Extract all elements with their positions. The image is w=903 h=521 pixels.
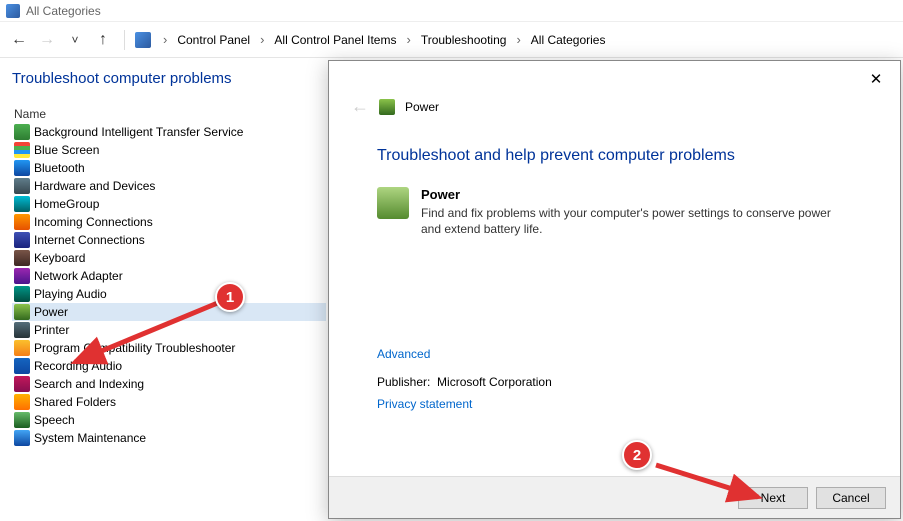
- speaker-icon: [14, 286, 30, 302]
- publisher-label: Publisher:: [377, 375, 430, 389]
- dialog-footer: Next Cancel: [329, 476, 900, 518]
- printer-icon: [14, 322, 30, 338]
- list-item-bluescreen[interactable]: Blue Screen: [12, 141, 326, 159]
- crumb-sep: [404, 32, 412, 47]
- crumb-sep: [258, 32, 266, 47]
- list-item-hardware[interactable]: Hardware and Devices: [12, 177, 326, 195]
- list-item-label: Power: [34, 305, 68, 319]
- address-icon: [135, 32, 151, 48]
- list-item-label: Keyboard: [34, 251, 85, 265]
- list-item-label: Recording Audio: [34, 359, 122, 373]
- internet-icon: [14, 232, 30, 248]
- crumb-all-categories[interactable]: All Categories: [527, 31, 610, 49]
- list-item-shared[interactable]: Shared Folders: [12, 393, 326, 411]
- troubleshooter-title: Power: [421, 187, 852, 202]
- mic-icon: [14, 358, 30, 374]
- list-item-printer[interactable]: Printer: [12, 321, 326, 339]
- crumb-root-sep: [161, 32, 169, 47]
- power-large-icon: [377, 187, 409, 219]
- hardware-icon: [14, 178, 30, 194]
- back-button[interactable]: ←: [8, 29, 30, 51]
- list-item-label: Blue Screen: [34, 143, 99, 157]
- list-item-label: Shared Folders: [34, 395, 116, 409]
- list-item-label: HomeGroup: [34, 197, 99, 211]
- list-item-label: Bluetooth: [34, 161, 85, 175]
- list-item-label: Network Adapter: [34, 269, 123, 283]
- crumb-sep: [514, 32, 522, 47]
- list-item-label: Speech: [34, 413, 75, 427]
- list-item-label: Printer: [34, 323, 69, 337]
- list-item-network[interactable]: Network Adapter: [12, 267, 326, 285]
- publisher-value: Microsoft Corporation: [437, 375, 552, 389]
- list-item-label: System Maintenance: [34, 431, 146, 445]
- crumb-all-items[interactable]: All Control Panel Items: [270, 31, 400, 49]
- cancel-button[interactable]: Cancel: [816, 487, 886, 509]
- speech-icon: [14, 412, 30, 428]
- dialog-heading: Troubleshoot and help prevent computer p…: [377, 147, 852, 165]
- troubleshooter-description: Find and fix problems with your computer…: [421, 205, 852, 237]
- bits-icon: [14, 124, 30, 140]
- close-button[interactable]: ✕: [862, 67, 890, 91]
- dialog-nav: ← Power: [329, 61, 900, 117]
- window-titlebar: All Categories: [0, 0, 903, 22]
- incoming-icon: [14, 214, 30, 230]
- next-button[interactable]: Next: [738, 487, 808, 509]
- list-item-homegroup[interactable]: HomeGroup: [12, 195, 326, 213]
- left-panel: Troubleshoot computer problems Name Back…: [0, 58, 330, 521]
- network-icon: [14, 268, 30, 284]
- list-item-internet[interactable]: Internet Connections: [12, 231, 326, 249]
- list-item-label: Hardware and Devices: [34, 179, 155, 193]
- troubleshooter-dialog: ✕ ← Power Troubleshoot and help prevent …: [328, 60, 901, 519]
- advanced-link[interactable]: Advanced: [377, 347, 430, 361]
- annotation-badge-1: 1: [215, 282, 245, 312]
- dialog-back-button[interactable]: ←: [351, 96, 369, 117]
- keyboard-icon: [14, 250, 30, 266]
- list-item-label: Background Intelligent Transfer Service: [34, 125, 243, 139]
- compat-icon: [14, 340, 30, 356]
- list-item-label: Program Compatibility Troubleshooter: [34, 341, 235, 355]
- troubleshooter-summary: Power Find and fix problems with your co…: [377, 187, 852, 237]
- nav-bar: ← → ˅ ↑ Control Panel All Control Panel …: [0, 22, 903, 58]
- power-troubleshooter-icon: [379, 99, 395, 115]
- app-icon: [6, 4, 20, 18]
- list-item-compat[interactable]: Program Compatibility Troubleshooter: [12, 339, 326, 357]
- crumb-control-panel[interactable]: Control Panel: [173, 31, 254, 49]
- annotation-badge-2: 2: [622, 440, 652, 470]
- list-item-incoming[interactable]: Incoming Connections: [12, 213, 326, 231]
- list-item-keyboard[interactable]: Keyboard: [12, 249, 326, 267]
- troubleshooter-list: Background Intelligent Transfer Service …: [12, 123, 326, 447]
- privacy-link[interactable]: Privacy statement: [377, 397, 472, 411]
- breadcrumb: Control Panel All Control Panel Items Tr…: [161, 31, 609, 49]
- list-item-speech[interactable]: Speech: [12, 411, 326, 429]
- dialog-troubleshooter-name: Power: [405, 100, 439, 114]
- list-item-label: Internet Connections: [34, 233, 145, 247]
- maintenance-icon: [14, 430, 30, 446]
- list-item-power[interactable]: Power: [12, 303, 326, 321]
- windows-icon: [14, 142, 30, 158]
- recent-dropdown[interactable]: ˅: [64, 29, 86, 51]
- list-item-label: Incoming Connections: [34, 215, 153, 229]
- crumb-troubleshooting[interactable]: Troubleshooting: [417, 31, 511, 49]
- up-button[interactable]: ↑: [92, 29, 114, 51]
- list-item-sysmaint[interactable]: System Maintenance: [12, 429, 326, 447]
- list-item-recaudio[interactable]: Recording Audio: [12, 357, 326, 375]
- nav-separator: [124, 30, 125, 50]
- list-item-label: Search and Indexing: [34, 377, 144, 391]
- list-item-bluetooth[interactable]: Bluetooth: [12, 159, 326, 177]
- power-icon: [14, 304, 30, 320]
- list-item-label: Playing Audio: [34, 287, 107, 301]
- folder-icon: [14, 394, 30, 410]
- publisher-row: Publisher: Microsoft Corporation: [377, 375, 852, 389]
- window-title: All Categories: [26, 4, 101, 18]
- list-item-playaudio[interactable]: Playing Audio: [12, 285, 326, 303]
- bluetooth-icon: [14, 160, 30, 176]
- column-header-name[interactable]: Name: [12, 107, 326, 121]
- search-icon: [14, 376, 30, 392]
- homegroup-icon: [14, 196, 30, 212]
- page-heading: Troubleshoot computer problems: [12, 70, 326, 87]
- dialog-body: Troubleshoot and help prevent computer p…: [329, 117, 900, 425]
- forward-button[interactable]: →: [36, 29, 58, 51]
- list-item-bits[interactable]: Background Intelligent Transfer Service: [12, 123, 326, 141]
- list-item-search[interactable]: Search and Indexing: [12, 375, 326, 393]
